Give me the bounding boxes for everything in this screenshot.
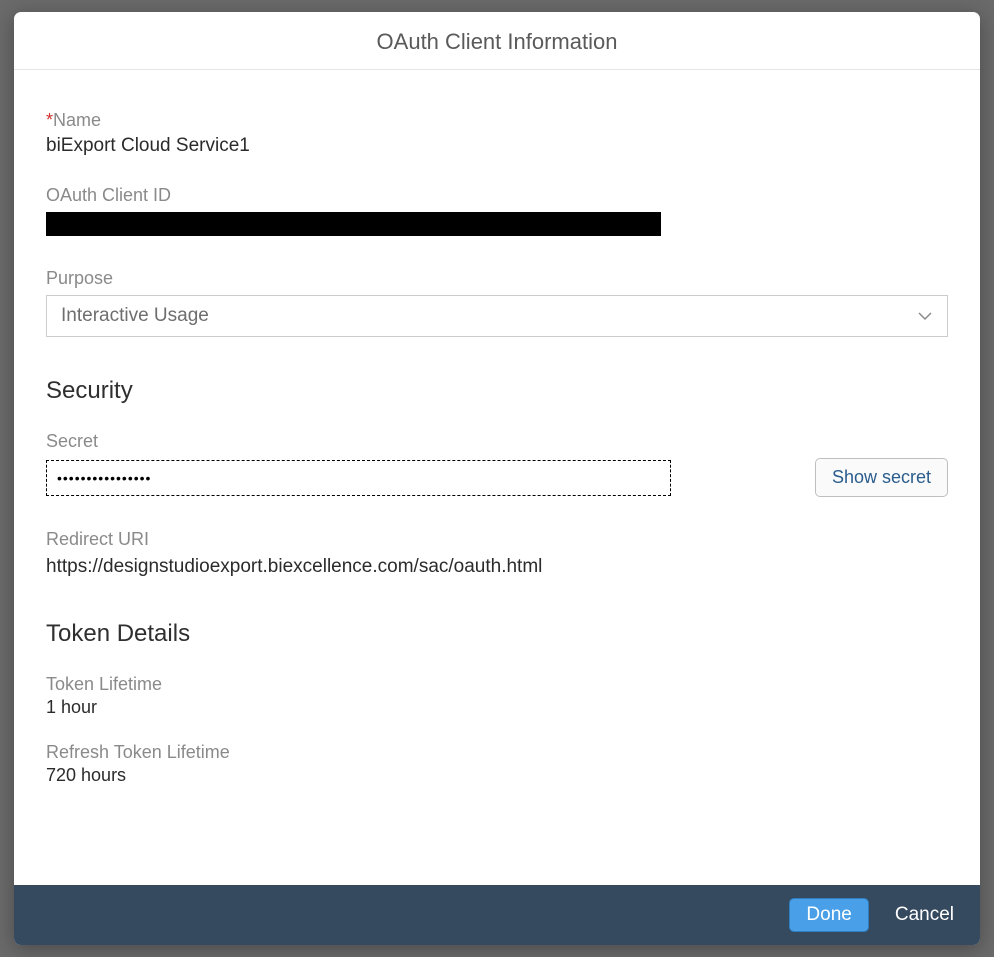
purpose-select[interactable]: Interactive Usage — [46, 295, 948, 337]
redirect-uri-value: https://designstudioexport.biexcellence.… — [46, 556, 948, 578]
required-asterisk: * — [46, 110, 53, 130]
purpose-selected-value: Interactive Usage — [61, 305, 209, 327]
token-lifetime-value: 1 hour — [46, 697, 948, 718]
dialog-footer: Done Cancel — [14, 885, 980, 945]
token-lifetime-label: Token Lifetime — [46, 674, 948, 695]
name-label: Name — [53, 110, 101, 130]
purpose-label: Purpose — [46, 268, 948, 289]
refresh-token-lifetime-value: 720 hours — [46, 765, 948, 786]
client-id-redacted — [46, 212, 661, 236]
token-details-heading: Token Details — [46, 620, 948, 648]
client-id-label: OAuth Client ID — [46, 185, 948, 206]
done-button[interactable]: Done — [789, 898, 868, 932]
dialog-title: OAuth Client Information — [14, 12, 980, 70]
secret-masked-value[interactable]: •••••••••••••••• — [46, 460, 671, 496]
dialog-body: *Name biExport Cloud Service1 OAuth Clie… — [14, 70, 980, 885]
redirect-uri-label: Redirect URI — [46, 529, 948, 550]
secret-label: Secret — [46, 431, 948, 452]
oauth-client-dialog: OAuth Client Information *Name biExport … — [14, 12, 980, 945]
name-value: biExport Cloud Service1 — [46, 135, 948, 157]
chevron-down-icon — [917, 308, 933, 324]
security-heading: Security — [46, 377, 948, 405]
refresh-token-lifetime-label: Refresh Token Lifetime — [46, 742, 948, 763]
show-secret-button[interactable]: Show secret — [815, 458, 948, 497]
cancel-button[interactable]: Cancel — [891, 898, 958, 932]
